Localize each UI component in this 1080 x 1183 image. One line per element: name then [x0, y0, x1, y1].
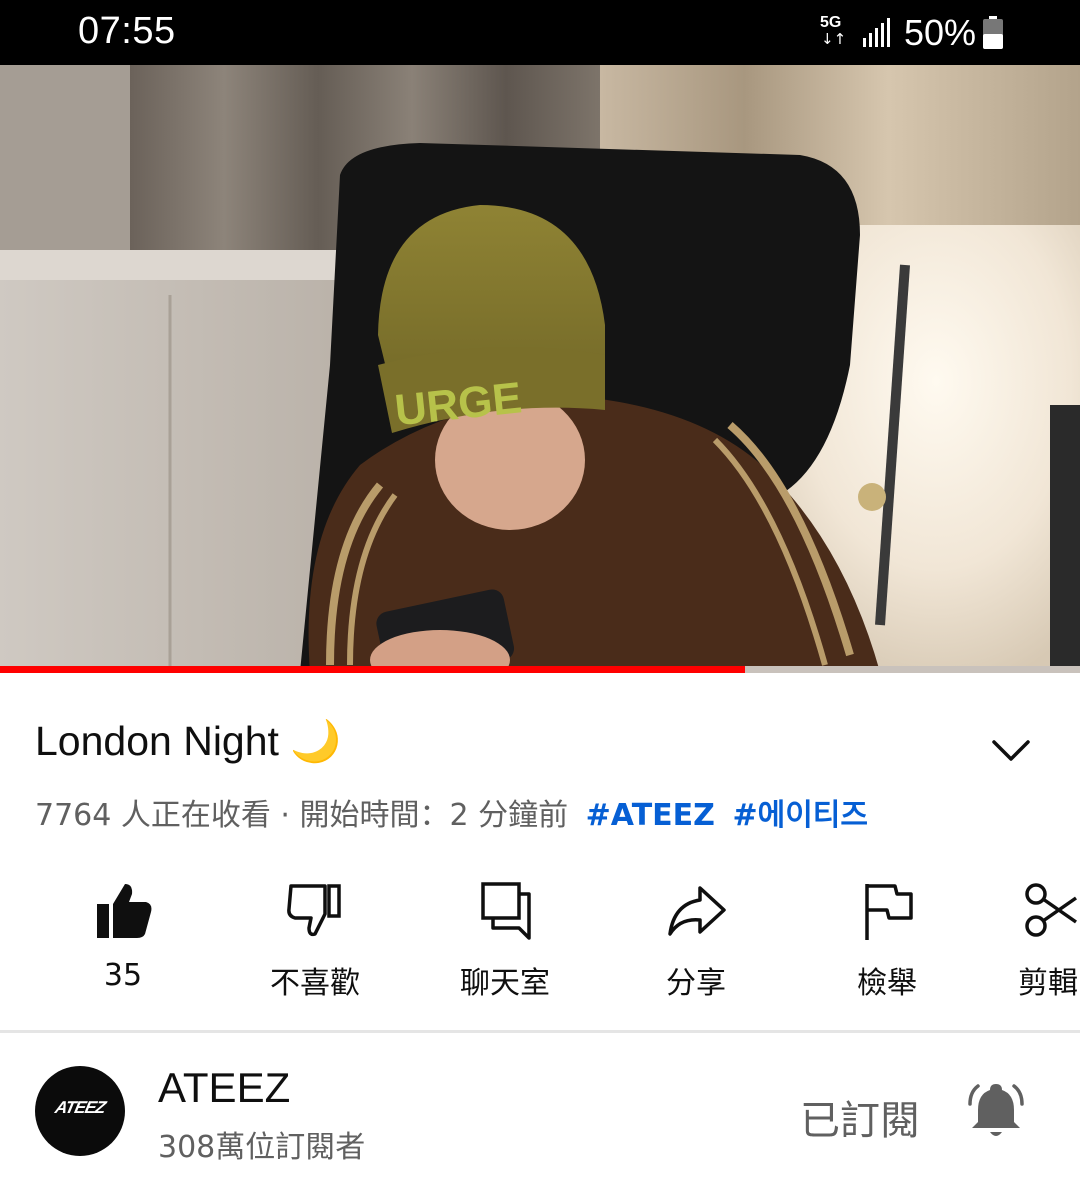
status-bar: 07:55 5G ↓↑ 50%: [0, 0, 1080, 65]
report-button[interactable]: 檢舉: [807, 868, 967, 1008]
channel-name[interactable]: ATEEZ: [158, 1064, 290, 1112]
thumbs-up-icon: [97, 884, 152, 938]
subscribed-button[interactable]: 已訂閱: [800, 1088, 920, 1146]
action-bar: 35 不喜歡 聊天室 分享 檢舉 剪輯: [0, 868, 1080, 1008]
dislike-label: 不喜歡: [270, 966, 360, 1001]
bell-icon[interactable]: [964, 1078, 1028, 1142]
video-frame: URGE: [0, 65, 1080, 672]
like-count: 35: [103, 958, 143, 993]
status-time: 07:55: [78, 10, 176, 52]
title-row[interactable]: London Night 🌙: [35, 718, 995, 774]
subscriber-count: 308萬位訂閱者: [158, 1130, 366, 1165]
report-label: 檢舉: [857, 966, 917, 1001]
video-progress-fill: [0, 666, 746, 673]
hashtag-link[interactable]: #ATEEZ: [586, 798, 715, 833]
chat-icon: [481, 882, 531, 940]
share-button[interactable]: 分享: [616, 868, 776, 1008]
video-title: London Night 🌙: [35, 718, 342, 764]
signal-icon: [863, 18, 890, 47]
ateez-logo: ATEEZ: [53, 1098, 107, 1117]
channel-avatar[interactable]: ATEEZ: [35, 1066, 125, 1156]
video-progress-bar[interactable]: [0, 666, 1080, 673]
chat-button[interactable]: 聊天室: [425, 868, 585, 1008]
thumbs-down-icon: [287, 884, 341, 937]
video-meta: 7764 人正在收看 · 開始時間：2 分鐘前 #ATEEZ #에이티즈: [35, 790, 868, 834]
battery-icon: [983, 16, 1003, 49]
chevron-down-icon[interactable]: [988, 728, 1034, 774]
share-label: 分享: [666, 966, 726, 1001]
scissors-icon: [1025, 883, 1078, 937]
clip-button[interactable]: 剪輯: [968, 868, 1080, 1008]
chat-label: 聊天室: [460, 966, 550, 1001]
dislike-button[interactable]: 不喜歡: [235, 868, 395, 1008]
hashtag-link[interactable]: #에이티즈: [732, 798, 868, 833]
battery-percentage: 50%: [904, 12, 977, 53]
like-button[interactable]: 35: [43, 868, 203, 1008]
network-5g-icon: 5G ↓↑: [820, 14, 847, 48]
divider: [0, 1030, 1080, 1033]
share-icon: [668, 886, 726, 936]
flag-icon: [865, 884, 913, 940]
clip-label: 剪輯: [1018, 966, 1078, 1001]
video-player[interactable]: URGE: [0, 65, 1080, 672]
viewer-count: 7764 人正在收看 · 開始時間：2 分鐘前: [35, 798, 569, 833]
